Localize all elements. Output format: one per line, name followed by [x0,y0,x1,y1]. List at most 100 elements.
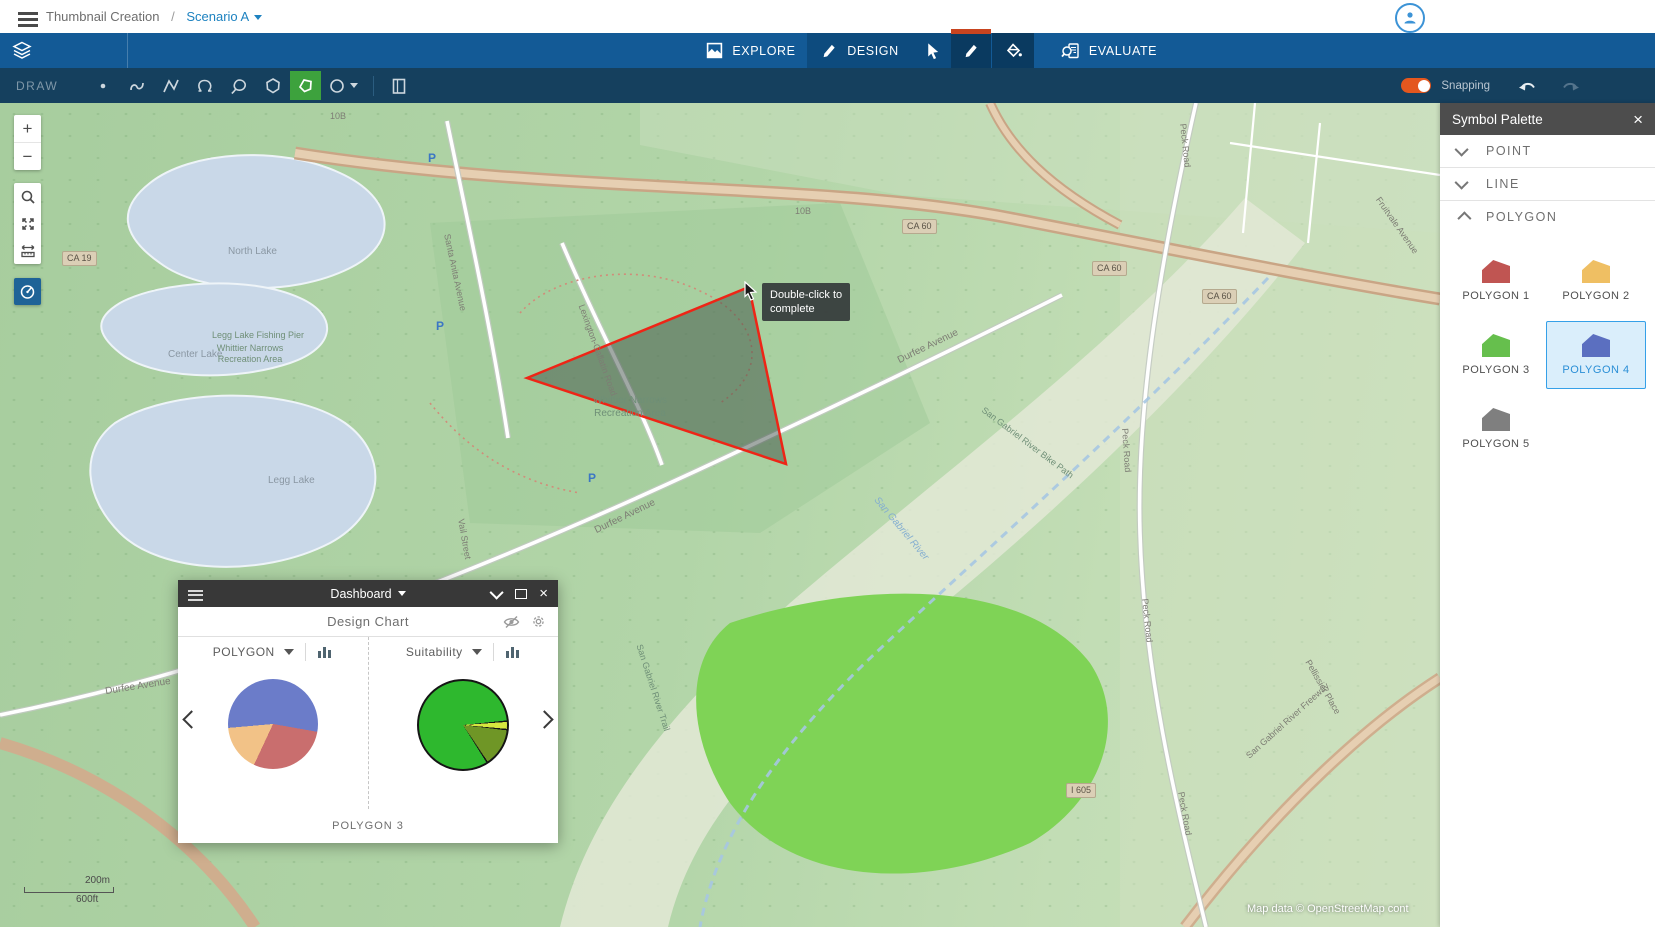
polygon-swatch-icon [1582,260,1610,283]
chart-header-divider [305,643,306,661]
undo-icon[interactable] [1518,79,1538,93]
dashboard-title[interactable]: Dashboard [330,587,391,601]
tab-explore[interactable]: EXPLORE [695,33,807,68]
dashboard-charts: POLYGON Suitability [178,637,558,809]
tab-evaluate-label: EVALUATE [1089,44,1157,58]
draw-tool-button[interactable] [951,33,991,68]
swatch-label: POLYGON 1 [1462,290,1529,302]
symbol-palette-title: Symbol Palette [1452,112,1543,127]
draw-hexagon-tool[interactable] [256,71,290,101]
chart-right-select-value[interactable]: Suitability [406,645,463,659]
dashboard-title-caret-icon[interactable] [398,591,406,596]
draw-point-tool[interactable] [86,71,120,101]
toggle-knob [1418,80,1430,92]
layers-button[interactable] [0,33,44,68]
chart-left-select-value[interactable]: POLYGON [213,645,275,659]
polygon-swatch-icon [1482,260,1510,283]
breadcrumb-scenario[interactable]: Scenario A [186,9,249,24]
gauge-icon [19,283,36,300]
pie-chart-suitability[interactable] [417,679,509,771]
visibility-icon[interactable] [503,615,520,629]
draw-polyline-tool[interactable] [154,71,188,101]
chart-panel-right: Suitability [368,637,559,809]
map-sheet-icon [389,76,409,96]
circle-tool-dropdown-caret-icon[interactable] [350,83,358,88]
swatch-polygon-5[interactable]: POLYGON 5 [1446,395,1546,463]
chevron-down-icon [1455,176,1469,190]
chart-panel-left: POLYGON [178,637,368,809]
swatch-label: POLYGON 5 [1462,438,1529,450]
map-notes-tool[interactable] [382,71,416,101]
polygon-swatch-icon [1482,408,1510,431]
swatch-label: POLYGON 2 [1562,290,1629,302]
swatch-polygon-3[interactable]: POLYGON 3 [1446,321,1546,389]
draw-freehand-area-tool[interactable] [188,71,222,101]
collapse-icon[interactable] [490,585,504,599]
select-tool-button[interactable] [913,33,951,68]
zoom-out-button[interactable]: − [14,143,41,170]
tab-evaluate[interactable]: EVALUATE [1034,33,1184,68]
app-menu-icon[interactable] [18,9,38,30]
scenario-dropdown-caret-icon[interactable] [254,15,262,20]
dashboard-window-controls: × [493,580,548,607]
draw-lasso-tool[interactable] [222,71,256,101]
navbar-divider [127,33,128,68]
dashboard-menu-icon[interactable] [188,587,203,603]
zoom-in-button[interactable]: + [14,115,41,143]
palette-section-polygon[interactable]: POLYGON [1440,201,1655,233]
measure-button[interactable] [14,237,41,264]
snapping-label: Snapping [1441,80,1490,92]
search-icon [20,189,36,205]
swatch-polygon-2[interactable]: POLYGON 2 [1546,247,1646,315]
breadcrumb-root[interactable]: Thumbnail Creation [46,9,159,24]
redo-icon[interactable] [1560,79,1580,93]
gear-icon[interactable] [531,614,546,629]
chart-left-dropdown-caret-icon[interactable] [284,649,294,655]
swatch-label: POLYGON 4 [1562,364,1629,376]
evaluate-icon [1061,42,1080,60]
chart-right-dropdown-caret-icon[interactable] [472,649,482,655]
snapping-toggle[interactable] [1401,78,1431,93]
bar-chart-icon[interactable] [505,645,521,659]
dashboard-subheader: Design Chart [178,607,558,637]
palette-section-point[interactable]: POINT [1440,135,1655,168]
curve-icon [127,76,147,96]
dashboard-page-label: POLYGON 3 [178,809,558,843]
maximize-icon[interactable] [515,589,527,599]
palette-section-line[interactable]: LINE [1440,168,1655,201]
app-window: Thumbnail Creation / Scenario A [0,0,1655,927]
draw-polygon-tool-active[interactable] [290,71,321,100]
tab-design[interactable]: DESIGN [807,33,913,68]
chevron-up-icon [1457,211,1471,225]
swatch-polygon-4-selected[interactable]: POLYGON 4 [1546,321,1646,389]
polygon-icon [296,76,316,96]
bar-chart-icon[interactable] [317,645,333,659]
nav-tabs: EXPLORE DESIGN [695,33,1184,68]
dashboard-window: Dashboard × Design Chart [178,580,558,843]
close-icon[interactable]: × [1633,111,1643,128]
chart-header-divider [493,643,494,661]
design-pencil-icon [821,42,838,59]
active-tool-indicator [951,29,991,34]
fill-tool-button[interactable] [992,33,1034,68]
pie-chart-polygon[interactable] [228,679,318,769]
breadcrumb-separator: / [171,9,175,24]
user-avatar[interactable] [1395,3,1425,33]
full-extent-button[interactable] [14,210,41,237]
snapping-control: Snapping [1401,68,1490,103]
close-icon[interactable]: × [539,586,548,601]
search-button[interactable] [14,183,41,210]
measure-icon [20,243,36,259]
swatch-polygon-1[interactable]: POLYGON 1 [1446,247,1546,315]
draw-curve-tool[interactable] [120,71,154,101]
dashboard-titlebar[interactable]: Dashboard × [178,580,558,607]
paint-bucket-icon [1004,42,1023,60]
palette-section-point-label: POINT [1486,144,1532,158]
lasso-icon [229,76,249,96]
breadcrumb: Thumbnail Creation / Scenario A [46,9,262,24]
chart-right-header: Suitability [369,637,559,667]
polygon-swatch-grid: POLYGON 1 POLYGON 2 POLYGON 3 POLYGON 4 … [1440,233,1655,469]
map-tools-control [14,183,41,264]
dashboard-toggle-button[interactable] [14,278,41,305]
draw-circle-tool[interactable] [321,71,365,101]
